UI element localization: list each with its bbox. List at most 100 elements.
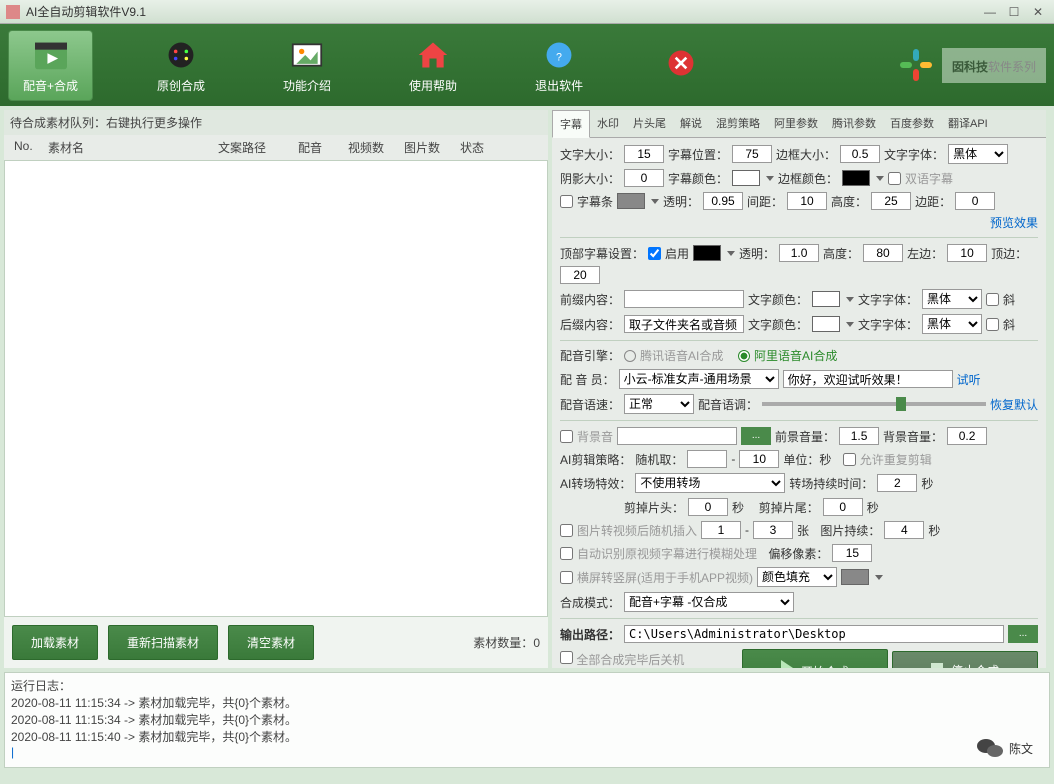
suffix-input[interactable]: [624, 315, 744, 333]
bg-volume-input[interactable]: [947, 427, 987, 445]
pitch-slider[interactable]: [762, 402, 986, 406]
tab-mix-strategy[interactable]: 混剪策略: [709, 110, 767, 137]
border-size-input[interactable]: [840, 145, 880, 163]
top-bar-color[interactable]: [693, 245, 721, 261]
bgm-browse-button[interactable]: ...: [741, 427, 771, 445]
suffix-color[interactable]: [812, 316, 840, 332]
fill-color-picker[interactable]: [841, 569, 869, 585]
bar-height-input[interactable]: [871, 192, 911, 210]
chevron-down-icon[interactable]: [651, 199, 659, 204]
prefix-color[interactable]: [812, 291, 840, 307]
voice-speed-select[interactable]: 正常: [624, 394, 694, 414]
grid-body[interactable]: [4, 160, 548, 617]
top-enable-checkbox[interactable]: [648, 247, 661, 260]
chevron-down-icon[interactable]: [846, 297, 854, 302]
tool-help[interactable]: 使用帮助: [395, 31, 471, 100]
chevron-down-icon[interactable]: [876, 176, 884, 181]
pic-to-input[interactable]: [753, 521, 793, 539]
start-compose-button[interactable]: 开始合成: [742, 649, 888, 668]
minimize-button[interactable]: —: [980, 5, 1000, 19]
fill-mode-select[interactable]: 颜色填充: [757, 567, 837, 587]
font-size-input[interactable]: [624, 145, 664, 163]
auto-blur-checkbox[interactable]: [560, 547, 573, 560]
tab-watermark[interactable]: 水印: [590, 110, 626, 137]
cut-tail-input[interactable]: [823, 498, 863, 516]
tab-translate-api[interactable]: 翻译API: [941, 110, 995, 137]
bar-spacing-input[interactable]: [787, 192, 827, 210]
pic-dur-input[interactable]: [884, 521, 924, 539]
tab-tencent-params[interactable]: 腾讯参数: [825, 110, 883, 137]
shutdown-checkbox[interactable]: [560, 651, 573, 664]
tool-original[interactable]: 原创合成: [143, 31, 219, 100]
pic-from-input[interactable]: [701, 521, 741, 539]
tool-usage-help[interactable]: ? 退出软件: [521, 31, 597, 100]
allow-dup-checkbox[interactable]: [843, 453, 856, 466]
top-height-input[interactable]: [863, 244, 903, 262]
fg-volume-input[interactable]: [839, 427, 879, 445]
preview-link[interactable]: 预览效果: [990, 214, 1038, 231]
tool-voice-compose[interactable]: 配音+合成: [8, 30, 93, 101]
settings-pane: 字幕 水印 片头尾 解说 混剪策略 阿里参数 腾讯参数 百度参数 翻译API 文…: [552, 110, 1046, 668]
engine-ali-radio[interactable]: [738, 350, 750, 362]
top-left-input[interactable]: [947, 244, 987, 262]
border-color-picker[interactable]: [842, 170, 870, 186]
transition-dur-input[interactable]: [877, 474, 917, 492]
bgm-checkbox[interactable]: [560, 430, 573, 443]
subtitle-pos-input[interactable]: [732, 145, 772, 163]
output-browse-button[interactable]: ...: [1008, 625, 1038, 643]
tab-intro-outro[interactable]: 片头尾: [626, 110, 673, 137]
shadow-input[interactable]: [624, 169, 664, 187]
tab-ali-params[interactable]: 阿里参数: [767, 110, 825, 137]
stop-compose-button[interactable]: 停止合成: [892, 651, 1038, 669]
top-margin-input[interactable]: [560, 266, 600, 284]
suffix-font-select[interactable]: 黑体: [922, 314, 982, 334]
bar-color-picker[interactable]: [617, 193, 645, 209]
voice-actor-select[interactable]: 小云-标准女声-通用场景: [619, 369, 779, 389]
maximize-button[interactable]: ☐: [1004, 5, 1024, 19]
slack-icon: [898, 47, 934, 83]
prefix-input[interactable]: [624, 290, 744, 308]
bilingual-checkbox[interactable]: [888, 172, 901, 185]
rotate-checkbox[interactable]: [560, 571, 573, 584]
prefix-font-select[interactable]: 黑体: [922, 289, 982, 309]
reset-link[interactable]: 恢复默认: [990, 396, 1038, 413]
bar-margin-input[interactable]: [955, 192, 995, 210]
top-opacity-input[interactable]: [779, 244, 819, 262]
close-button[interactable]: ✕: [1028, 5, 1048, 19]
transition-select[interactable]: 不使用转场: [635, 473, 785, 493]
chevron-down-icon[interactable]: [766, 176, 774, 181]
wechat-icon: [977, 737, 1003, 759]
subtitle-bar-checkbox[interactable]: [560, 195, 573, 208]
load-material-button[interactable]: 加载素材: [12, 625, 98, 660]
engine-tencent-radio[interactable]: [624, 350, 636, 362]
bar-opacity-input[interactable]: [703, 192, 743, 210]
rand-from-input[interactable]: [687, 450, 727, 468]
listen-link[interactable]: 试听: [957, 371, 981, 388]
clear-material-button[interactable]: 清空素材: [228, 625, 314, 660]
rand-to-input[interactable]: [739, 450, 779, 468]
output-path-input[interactable]: [624, 625, 1004, 643]
tab-baidu-params[interactable]: 百度参数: [883, 110, 941, 137]
chevron-down-icon[interactable]: [875, 575, 883, 580]
bgm-path-input[interactable]: [617, 427, 737, 445]
tool-features[interactable]: 功能介绍: [269, 31, 345, 100]
home-icon: [413, 37, 453, 73]
compose-mode-select[interactable]: 配音+字幕 -仅合成: [624, 592, 794, 612]
pic-insert-checkbox[interactable]: [560, 524, 573, 537]
subtitle-color-picker[interactable]: [732, 170, 760, 186]
suffix-italic-checkbox[interactable]: [986, 318, 999, 331]
tab-narration[interactable]: 解说: [673, 110, 709, 137]
tab-subtitle[interactable]: 字幕: [552, 110, 590, 138]
cut-head-input[interactable]: [688, 498, 728, 516]
rescan-material-button[interactable]: 重新扫描素材: [108, 625, 218, 660]
font-select[interactable]: 黑体: [948, 144, 1008, 164]
chevron-down-icon[interactable]: [846, 322, 854, 327]
watermark: 陈文: [977, 737, 1033, 759]
sample-text-input[interactable]: [783, 370, 953, 388]
prefix-italic-checkbox[interactable]: [986, 293, 999, 306]
offset-input[interactable]: [832, 544, 872, 562]
tool-exit[interactable]: [647, 39, 715, 91]
play-icon: [781, 660, 793, 668]
chevron-down-icon[interactable]: [727, 251, 735, 256]
stop-icon: [931, 663, 943, 669]
